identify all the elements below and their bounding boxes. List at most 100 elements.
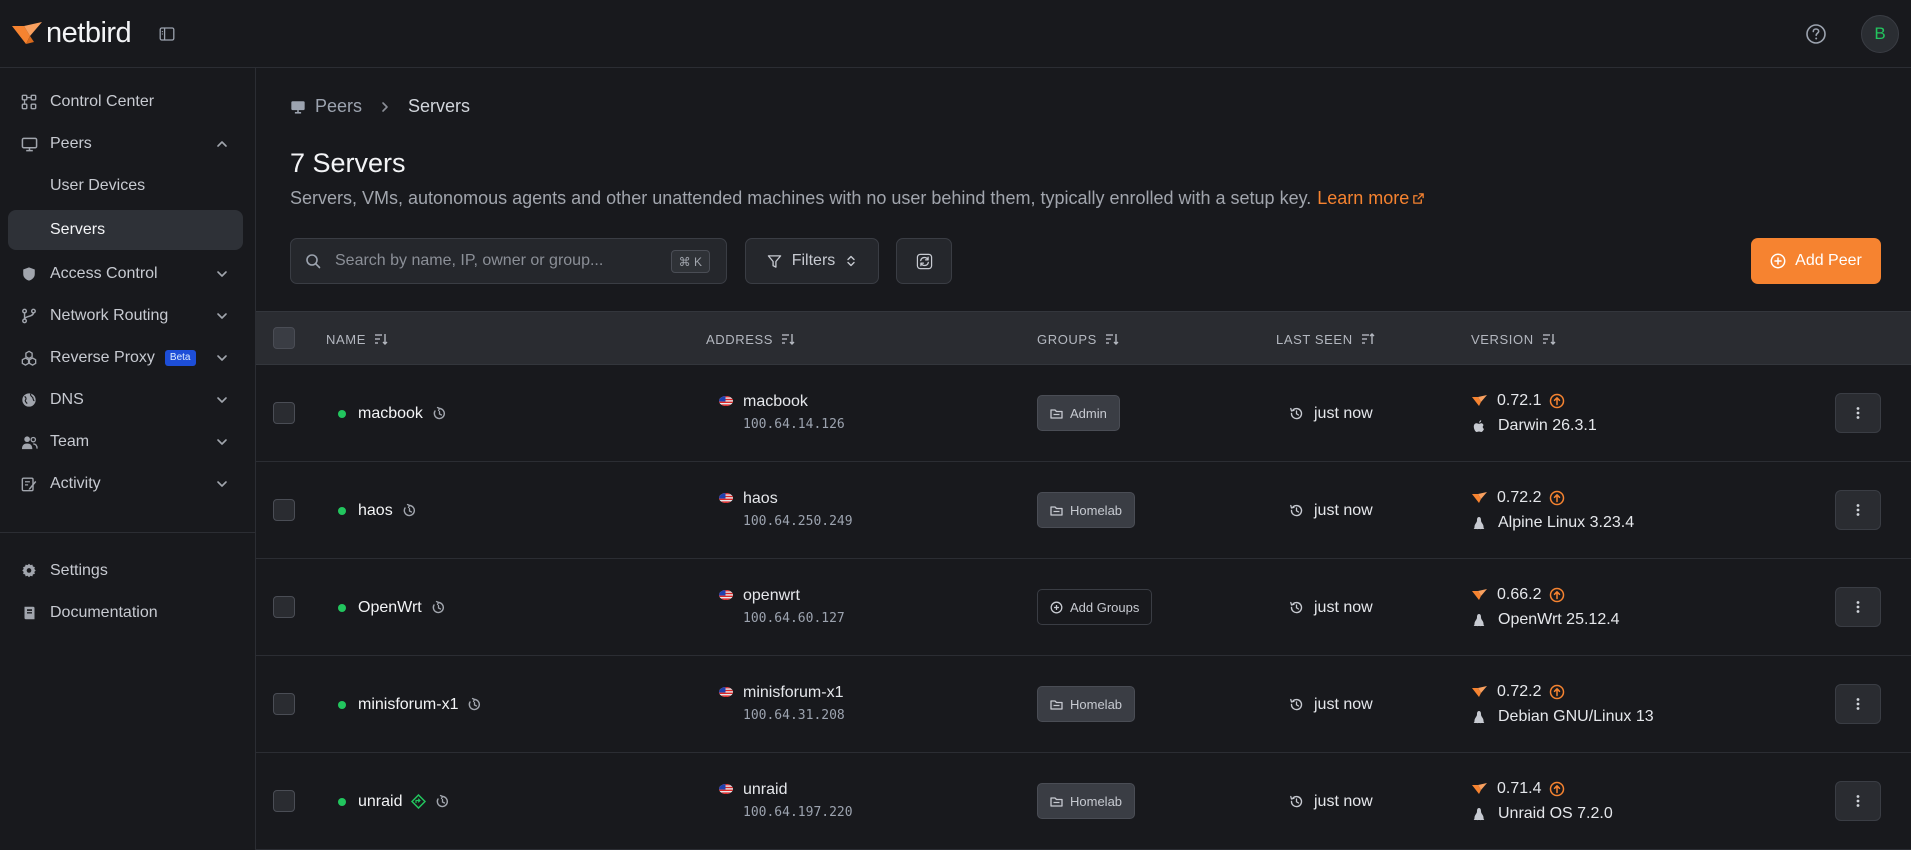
netbird-version-icon <box>1472 783 1487 794</box>
breadcrumb-parent-link[interactable]: Peers <box>315 96 362 117</box>
refresh-button[interactable] <box>896 238 952 284</box>
update-available-icon[interactable] <box>1549 587 1565 603</box>
column-header-name[interactable]: NAME <box>326 312 388 366</box>
plus-circle-icon <box>1050 601 1063 613</box>
table-row[interactable]: unraid unraid 100.64.197.220 Homelab jus… <box>256 753 1911 850</box>
add-groups-button[interactable]: Add Groups <box>1037 589 1153 625</box>
table-row[interactable]: OpenWrt openwrt 100.64.60.127 Add Groups… <box>256 559 1911 656</box>
peer-name-cell[interactable]: macbook <box>338 365 447 462</box>
peer-name-cell[interactable]: OpenWrt <box>338 559 446 656</box>
column-header-address[interactable]: ADDRESS <box>706 312 795 366</box>
sidebar-item-documentation[interactable]: Documentation <box>8 593 243 633</box>
sidebar-item-dns[interactable]: DNS <box>8 380 243 420</box>
last-seen-cell: just now <box>1289 365 1373 462</box>
row-actions-button[interactable] <box>1835 781 1881 821</box>
row-actions-button[interactable] <box>1835 684 1881 724</box>
peer-name-cell[interactable]: haos <box>338 462 417 559</box>
learn-more-link[interactable]: Learn more <box>1317 188 1425 209</box>
sidebar-item-label: Reverse Proxy <box>50 349 155 366</box>
add-peer-button[interactable]: Add Peer <box>1751 238 1881 284</box>
row-actions-button[interactable] <box>1835 393 1881 433</box>
user-avatar[interactable]: B <box>1861 15 1899 53</box>
sidebar-item-user-devices[interactable]: User Devices <box>8 166 243 206</box>
page-title: 7 Servers <box>290 148 406 178</box>
row-checkbox[interactable] <box>273 499 295 521</box>
breadcrumb-current: Servers <box>408 96 471 116</box>
apple-icon <box>1473 420 1484 432</box>
update-available-icon[interactable] <box>1549 684 1565 700</box>
sort-icon <box>1542 334 1556 345</box>
last-seen-value: just now <box>1314 695 1373 713</box>
select-all-checkbox[interactable] <box>273 327 295 349</box>
peer-dns-name: minisforum-x1 <box>743 684 844 701</box>
shield-icon <box>20 265 38 283</box>
chevron-up-icon <box>217 141 227 147</box>
add-peer-label: Add Peer <box>1795 252 1862 269</box>
sidebar-toggle-icon <box>159 26 175 41</box>
logo-text: netbird <box>46 17 132 49</box>
peer-ip-address: 100.64.14.126 <box>743 417 845 432</box>
sidebar-item-label: User Devices <box>50 177 146 194</box>
top-right-controls: B <box>1805 0 1911 68</box>
filters-label: Filters <box>791 252 836 269</box>
online-status-dot <box>338 700 346 709</box>
row-checkbox[interactable] <box>273 693 295 715</box>
globe-icon <box>20 391 38 409</box>
login-expiration-icon <box>432 600 444 614</box>
book-icon <box>20 604 38 622</box>
us-flag-icon <box>719 396 733 406</box>
peer-name: macbook <box>358 404 423 422</box>
sidebar-item-peers[interactable]: Peers <box>8 124 243 164</box>
history-icon <box>1290 601 1303 614</box>
last-seen-value: just now <box>1314 598 1373 616</box>
sidebar-item-reverse-proxy[interactable]: Reverse Proxy Beta <box>8 338 243 378</box>
sort-icon <box>782 334 795 345</box>
column-header-last-seen[interactable]: LAST SEEN <box>1276 312 1375 366</box>
filter-icon <box>767 254 781 268</box>
row-actions-button[interactable] <box>1835 490 1881 530</box>
version-cell: 0.66.2 OpenWrt 25.12.4 <box>1472 585 1620 630</box>
column-header-label: ADDRESS <box>706 331 774 347</box>
update-available-icon[interactable] <box>1549 393 1565 409</box>
peer-name-cell[interactable]: minisforum-x1 <box>338 656 482 753</box>
sidebar-toggle-button[interactable] <box>157 24 177 44</box>
table-row[interactable]: haos haos 100.64.250.249 Homelab just no… <box>256 462 1911 559</box>
external-link-icon <box>1413 193 1425 204</box>
search-shortcut-badge: ⌘ K <box>670 250 710 273</box>
help-icon[interactable] <box>1805 23 1827 45</box>
column-header-groups[interactable]: GROUPS <box>1037 312 1119 366</box>
peer-dns-name: openwrt <box>743 587 800 604</box>
row-actions-button[interactable] <box>1835 587 1881 627</box>
online-status-dot <box>338 797 346 806</box>
sidebar-item-control-center[interactable]: Control Center <box>8 82 243 122</box>
update-available-icon[interactable] <box>1549 781 1565 797</box>
login-expiration-icon <box>437 794 449 808</box>
row-checkbox[interactable] <box>273 402 295 424</box>
column-header-version[interactable]: VERSION <box>1471 312 1556 366</box>
group-badge[interactable]: Homelab <box>1037 492 1136 528</box>
search-input[interactable] <box>335 252 655 270</box>
online-status-dot <box>338 506 346 515</box>
group-badge[interactable]: Admin <box>1037 395 1120 431</box>
table-row[interactable]: minisforum-x1 minisforum-x1 100.64.31.20… <box>256 656 1911 753</box>
activity-icon <box>20 475 38 493</box>
sidebar-item-servers[interactable]: Servers <box>8 210 243 250</box>
sidebar-item-team[interactable]: Team <box>8 422 243 462</box>
sidebar-item-activity[interactable]: Activity <box>8 464 243 504</box>
peer-name-cell[interactable]: unraid <box>338 753 450 850</box>
sort-icon <box>374 334 388 345</box>
os-version: Unraid OS 7.2.0 <box>1498 805 1613 822</box>
update-available-icon[interactable] <box>1549 490 1565 506</box>
learn-more-label: Learn more <box>1317 188 1410 208</box>
group-badge[interactable]: Homelab <box>1037 783 1136 819</box>
sidebar-item-access-control[interactable]: Access Control <box>8 254 243 294</box>
netbird-logo[interactable]: netbird <box>12 17 132 50</box>
filters-button[interactable]: Filters <box>745 238 879 284</box>
sidebar-item-network-routing[interactable]: Network Routing <box>8 296 243 336</box>
sidebar-item-settings[interactable]: Settings <box>8 551 243 591</box>
chevron-down-icon <box>217 439 227 445</box>
row-checkbox[interactable] <box>273 790 295 812</box>
row-checkbox[interactable] <box>273 596 295 618</box>
table-row[interactable]: macbook macbook 100.64.14.126 Admin just… <box>256 365 1911 462</box>
group-badge[interactable]: Homelab <box>1037 686 1136 722</box>
